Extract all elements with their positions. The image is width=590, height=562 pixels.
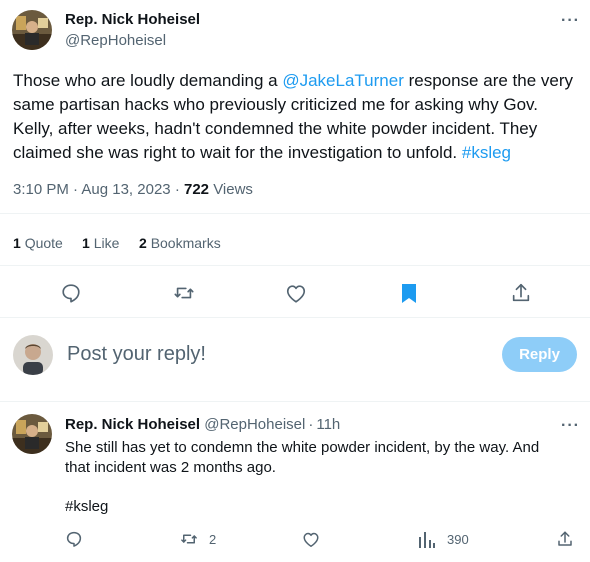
bookmarks-label: Bookmarks (150, 235, 221, 251)
share-icon[interactable] (556, 530, 574, 548)
reply-text-line: that incident was 2 months ago. (65, 459, 276, 476)
reply-text-line: She still has yet to condemn the white p… (65, 439, 540, 456)
views-count: 390 (447, 532, 469, 547)
retweet-icon[interactable] (179, 530, 199, 548)
bookmarks-stat[interactable]: 2 Bookmarks (139, 235, 221, 251)
reply-header: Rep. Nick Hoheisel @RepHoheisel · 11h (65, 416, 340, 433)
author-avatar[interactable] (12, 10, 52, 50)
views-count: 722 (183, 181, 210, 198)
meta-separator: · (73, 181, 79, 198)
likes-label: Like (93, 235, 120, 251)
reply-hashtag-link[interactable]: #ksleg (65, 497, 108, 517)
bookmarks-count: 2 (139, 235, 147, 251)
author-handle[interactable]: @RepHoheisel (65, 32, 166, 49)
reply-separator: · (308, 416, 314, 433)
tweet-time[interactable]: 3:10 PM (13, 181, 69, 198)
current-user-avatar[interactable] (13, 335, 53, 375)
quotes-stat[interactable]: 1 Quote (13, 235, 63, 251)
retweet-count: 2 (209, 532, 217, 547)
reply-button[interactable]: Reply (502, 337, 577, 372)
reply-more-icon[interactable]: ··· (561, 418, 580, 434)
share-icon[interactable] (510, 282, 532, 304)
bookmark-icon[interactable] (399, 282, 419, 304)
quotes-label: Quote (24, 235, 63, 251)
like-icon[interactable] (285, 283, 307, 304)
tweet-text: Those who are loudly demanding a @JakeLa… (13, 69, 579, 165)
like-icon[interactable] (302, 531, 320, 548)
hashtag-link[interactable]: #ksleg (462, 143, 511, 162)
divider (0, 265, 590, 266)
quotes-count: 1 (13, 235, 21, 251)
tweet-date[interactable]: Aug 13, 2023 (81, 181, 170, 198)
views-icon[interactable] (418, 531, 436, 548)
reply-icon[interactable] (65, 530, 83, 548)
reply-author-name[interactable]: Rep. Nick Hoheisel (65, 416, 200, 433)
tweet-meta: 3:10 PM · Aug 13, 2023 · 722 Views (13, 181, 253, 198)
divider (0, 213, 590, 214)
reply-input[interactable]: Post your reply! (67, 343, 206, 366)
divider (0, 401, 590, 402)
reply-author-handle[interactable]: @RepHoheisel (204, 416, 305, 433)
retweet-icon[interactable] (172, 282, 196, 304)
reply-author-avatar[interactable] (12, 414, 52, 454)
author-name[interactable]: Rep. Nick Hoheisel (65, 11, 200, 28)
more-icon[interactable]: ··· (561, 13, 580, 29)
views-label: Views (213, 181, 253, 198)
likes-count: 1 (82, 235, 90, 251)
reply-icon[interactable] (60, 282, 82, 304)
tweet-text-prefix: Those who are loudly demanding a (13, 71, 283, 90)
reply-time[interactable]: 11h (316, 416, 340, 433)
divider (0, 317, 590, 318)
likes-stat[interactable]: 1 Like (82, 235, 119, 251)
meta-separator: · (174, 181, 180, 198)
mention-link[interactable]: @JakeLaTurner (282, 71, 404, 90)
